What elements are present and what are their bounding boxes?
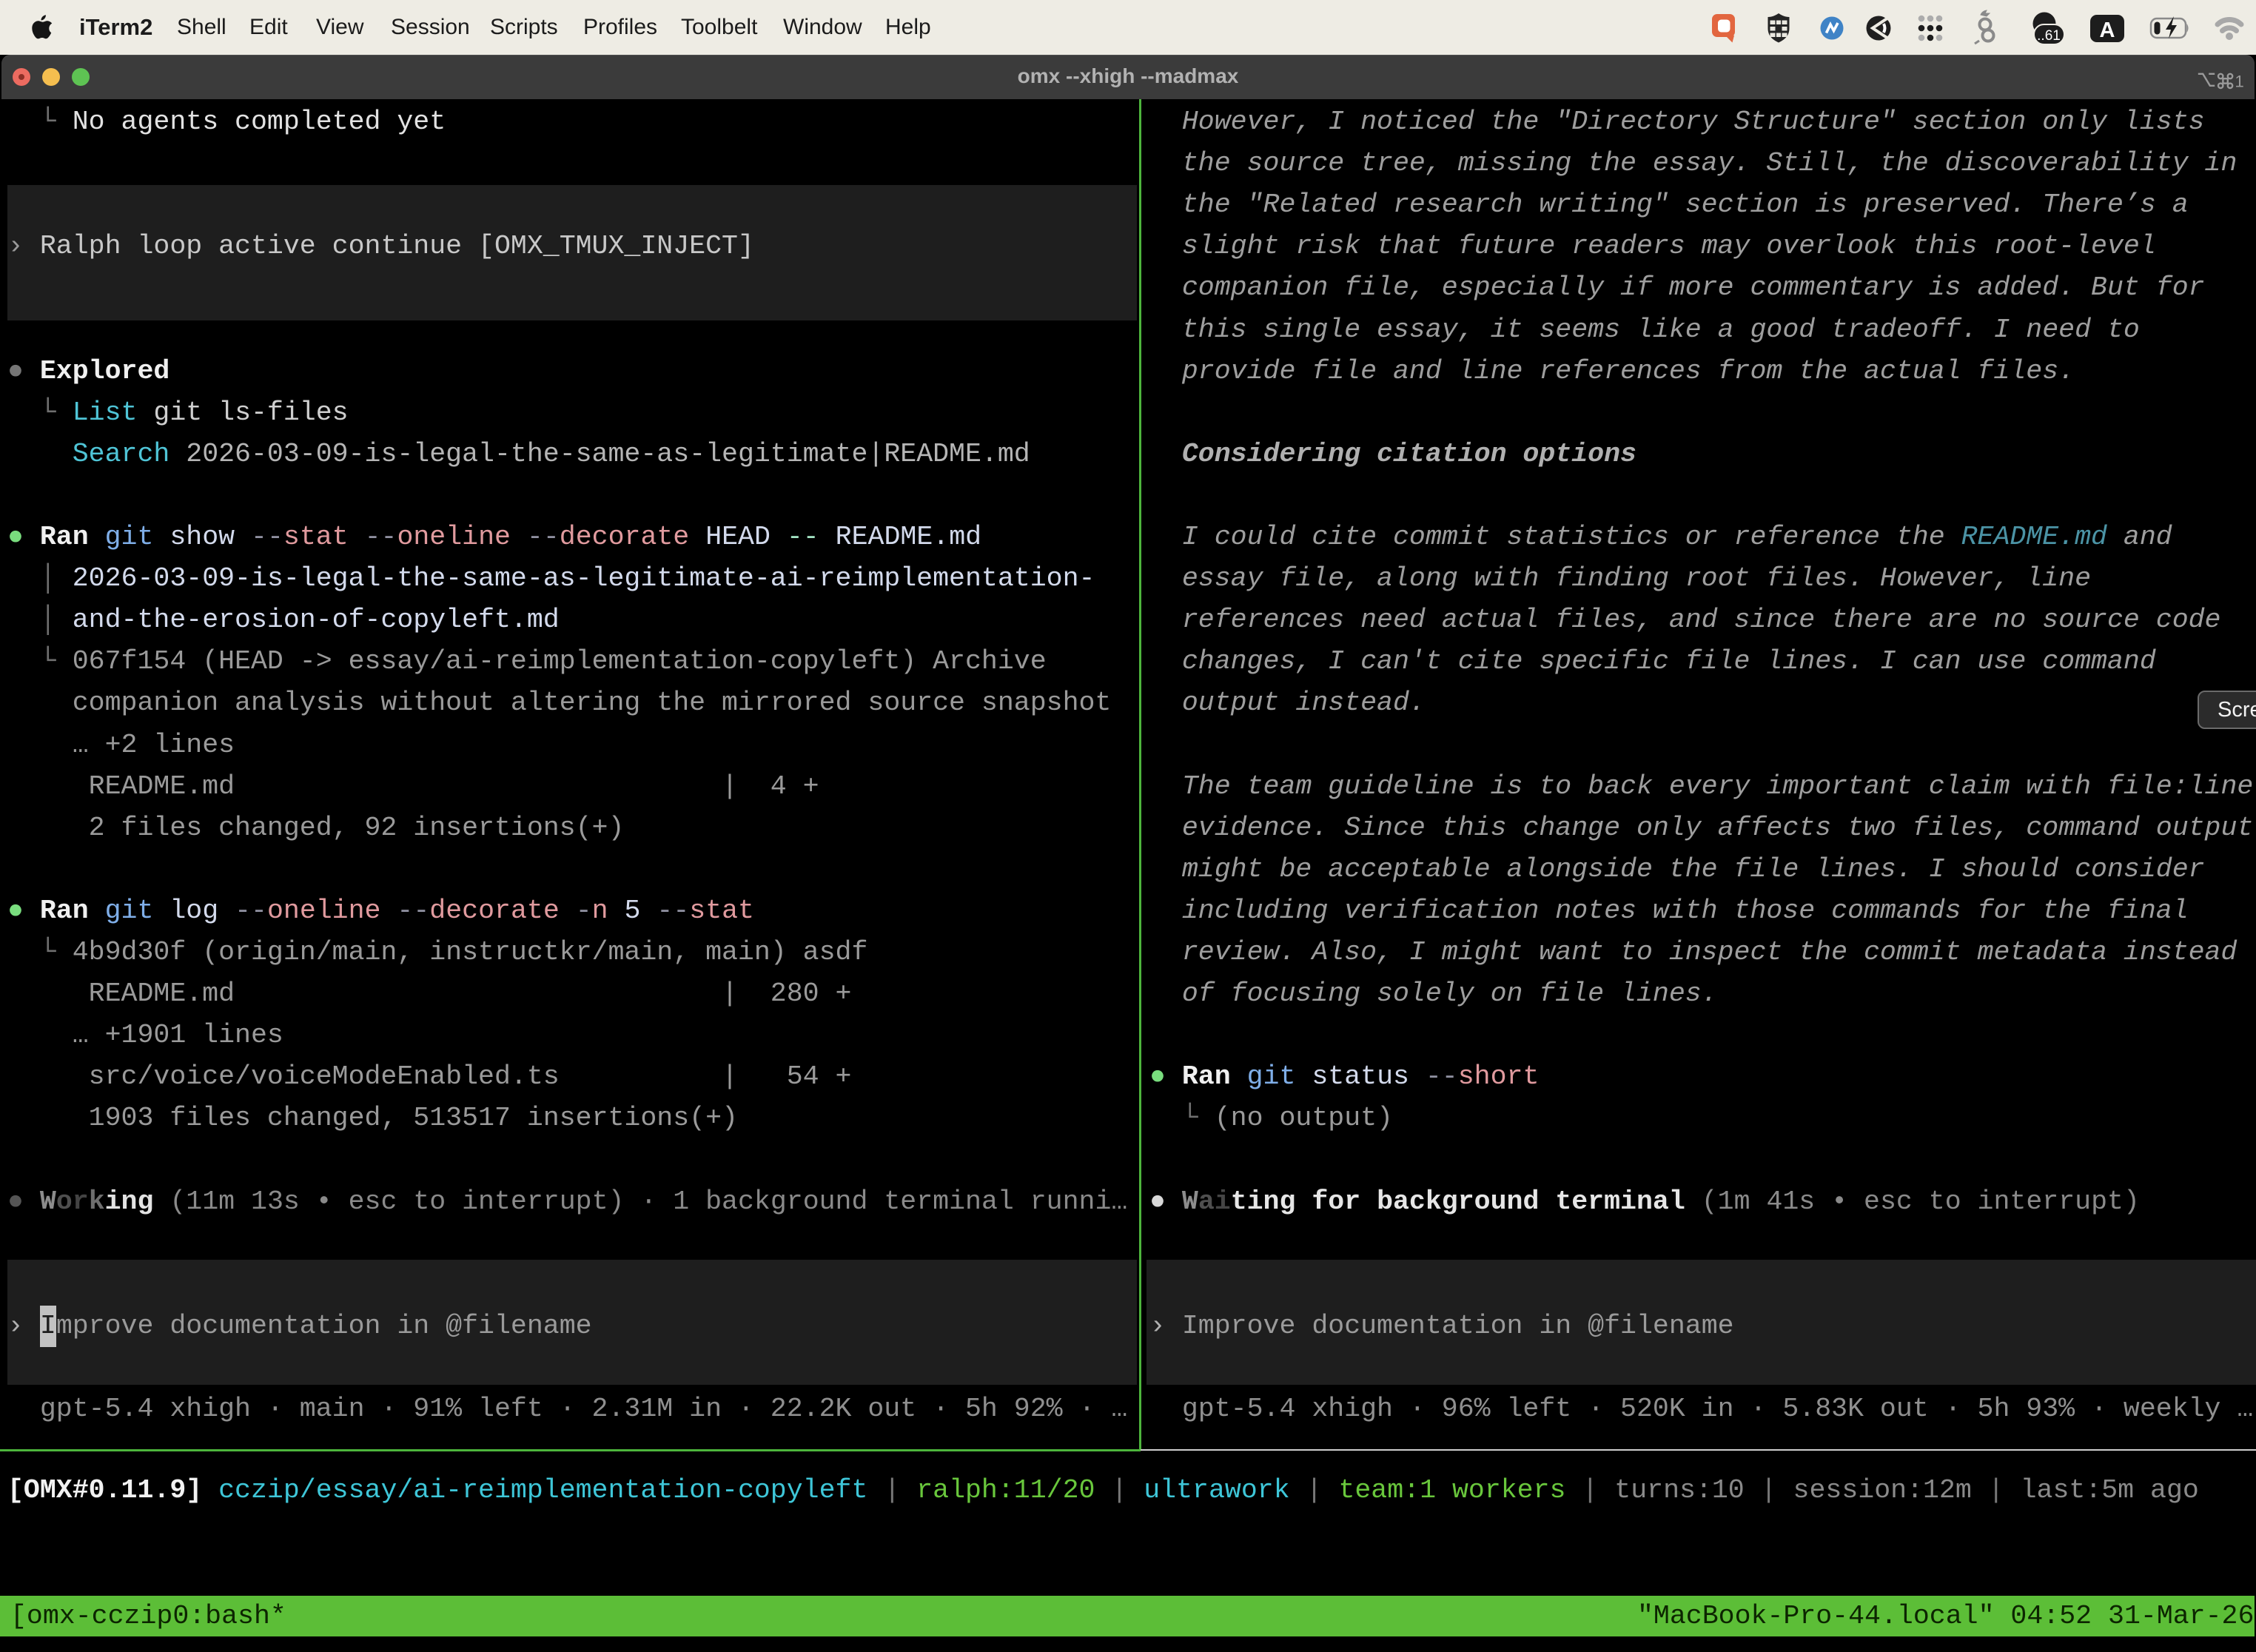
svg-text:A: A — [2100, 19, 2115, 42]
svg-text:1: 1 — [2235, 72, 2243, 90]
svg-text:..61: ..61 — [2037, 28, 2061, 44]
